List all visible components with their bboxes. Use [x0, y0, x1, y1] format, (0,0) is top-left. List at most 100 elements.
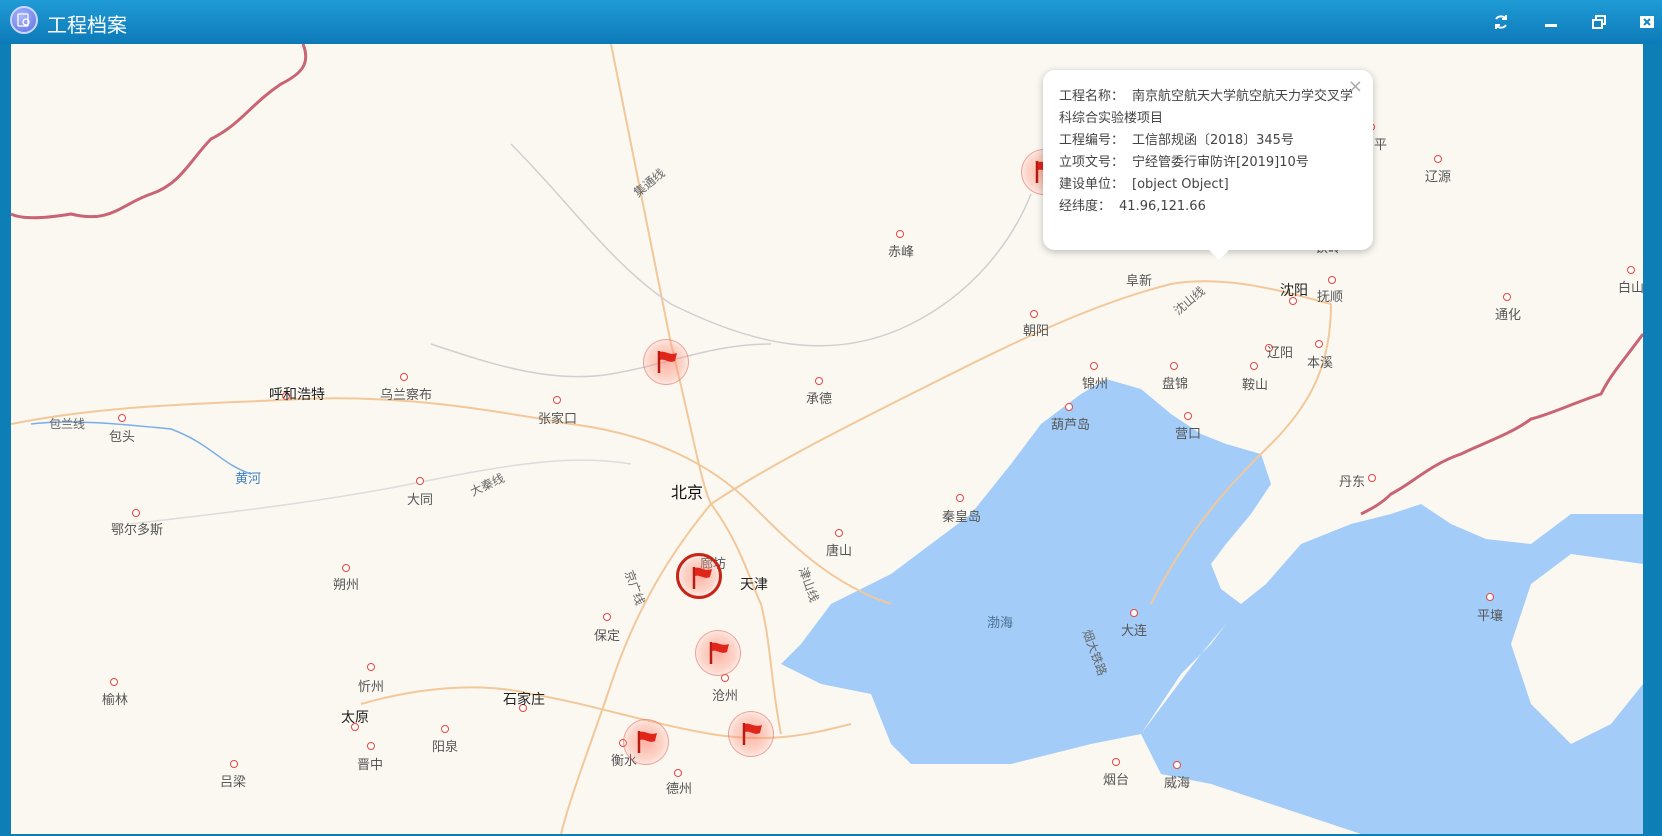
city-dot-eerduosi	[132, 509, 140, 517]
map-base-layer	[11, 44, 1643, 834]
popup-key: 工程编号：	[1059, 133, 1125, 148]
popup-value: 宁经管委行审防许[2019]10号	[1132, 155, 1309, 170]
city-label-dandong: 丹东	[1339, 475, 1366, 490]
city-label-shuozhou: 朔州	[333, 578, 360, 593]
city-dot-fushun	[1328, 276, 1336, 284]
popup-row-name: 工程名称： 南京航空航天大学航空航天力学交叉学科综合实验楼项目	[1059, 86, 1357, 130]
city-dot-pingrang	[1486, 593, 1494, 601]
sea-label-bohai: 渤海	[987, 616, 1014, 631]
city-label-panjin: 盘锦	[1162, 377, 1189, 392]
city-label-wulanchabu: 乌兰察布	[380, 388, 433, 403]
city-label-cangzhou: 沧州	[712, 689, 739, 704]
city-dot-chaoyang	[1030, 310, 1038, 318]
city-dot-panjin	[1170, 362, 1178, 370]
city-label-chengde: 承德	[806, 392, 833, 407]
city-dot-shuozhou	[342, 564, 350, 572]
river-label-huanghe: 黄河	[235, 472, 262, 487]
city-label-fuxin: 阜新	[1126, 274, 1153, 289]
city-label-taiyuan: 太原	[341, 710, 369, 726]
city-label-beijing: 北京	[671, 483, 704, 502]
city-dot-chifeng	[896, 230, 904, 238]
city-dot-yantai	[1112, 758, 1120, 766]
city-label-tangshan: 唐山	[826, 544, 853, 559]
city-dot-baishan	[1627, 266, 1635, 274]
city-dot-xinzhou	[367, 663, 375, 671]
city-label-tianjin: 天津	[740, 577, 768, 593]
minimize-button[interactable]	[1537, 8, 1565, 36]
city-dot-huludao	[1065, 403, 1073, 411]
city-dot-jinzhou	[1090, 362, 1098, 370]
flag-icon	[638, 731, 658, 754]
city-dot-wulanchabu	[400, 373, 408, 381]
city-dot-chengde	[815, 377, 823, 385]
city-dot-jinzhong	[367, 742, 375, 750]
city-label-liaoyuan: 辽源	[1425, 170, 1452, 185]
city-label-xinzhou: 忻州	[358, 680, 385, 695]
title-bar: 工程档案	[0, 0, 1662, 44]
popup-key: 工程名称：	[1059, 89, 1125, 104]
city-label-weihai: 威海	[1164, 776, 1191, 791]
popup-key: 建设单位：	[1059, 177, 1125, 192]
city-label-yulin: 榆林	[102, 693, 129, 708]
city-dot-zhangjiakou	[553, 396, 561, 404]
city-label-benxi: 本溪	[1307, 356, 1334, 371]
city-label-huhehaote: 呼和浩特	[269, 387, 325, 403]
flag-icon	[692, 566, 712, 589]
popup-key: 经纬度：	[1059, 199, 1112, 214]
city-label-lvliang: 吕梁	[220, 775, 247, 790]
city-label-huludao: 葫芦岛	[1051, 418, 1091, 433]
city-dot-yingkou	[1184, 412, 1192, 420]
popup-key: 立项文号：	[1059, 155, 1125, 170]
restore-icon	[1592, 15, 1606, 29]
popup-row-coords: 经纬度： 41.96,121.66	[1059, 196, 1357, 218]
map-canvas[interactable]: 呼和浩特 乌兰察布 包头 鄂尔多斯 张家口 大同 朔州 忻州 榆林 太原 晋中 吕梁 阳泉 石家庄 保定 北京…	[11, 44, 1643, 834]
minimize-icon	[1545, 24, 1557, 27]
city-label-yantai: 烟台	[1103, 773, 1130, 788]
city-dot-dalian	[1130, 609, 1138, 617]
city-label-jinzhou: 锦州	[1082, 377, 1109, 392]
city-dot-tangshan	[835, 529, 843, 537]
popup-close-button[interactable]: ×	[1348, 76, 1363, 97]
popup-row-approval: 立项文号： 宁经管委行审防许[2019]10号	[1059, 152, 1357, 174]
marker-beijing[interactable]	[675, 552, 722, 599]
close-button[interactable]	[1633, 8, 1661, 36]
road-label-baolan: 包兰线	[49, 417, 86, 431]
city-label-zhangjiakou: 张家口	[538, 412, 578, 427]
city-label-shijiazhuang: 石家庄	[503, 692, 545, 708]
flag-icon	[710, 642, 730, 665]
flag-icon	[743, 723, 763, 746]
city-label-tonghua: 通化	[1495, 308, 1522, 323]
city-dot-anshan	[1250, 362, 1258, 370]
close-icon	[1640, 16, 1654, 28]
city-dot-baoding	[603, 613, 611, 621]
city-label-dalian: 大连	[1121, 624, 1148, 639]
city-label-pingrang: 平壤	[1477, 609, 1504, 624]
popup-value: [object Object]	[1132, 177, 1229, 192]
popup-value: 工信部规函〔2018〕345号	[1132, 133, 1294, 148]
city-label-baishan: 白山	[1618, 281, 1643, 296]
city-label-liaoyang: 辽阳	[1267, 346, 1294, 361]
popup-row-builder: 建设单位： [object Object]	[1059, 174, 1357, 196]
city-dot-dandong	[1368, 474, 1376, 482]
popup-value: 41.96,121.66	[1119, 199, 1206, 214]
popup-row-code: 工程编号： 工信部规函〔2018〕345号	[1059, 130, 1357, 152]
city-dot-yangquan	[441, 725, 449, 733]
city-label-baoding: 保定	[594, 629, 621, 644]
city-dot-dezhou	[674, 769, 682, 777]
city-label-datong: 大同	[407, 493, 434, 508]
city-dot-tonghua	[1503, 293, 1511, 301]
city-label-qinhuangdao: 秦皇岛	[942, 510, 982, 525]
city-label-yangquan: 阳泉	[432, 740, 459, 755]
window-title: 工程档案	[47, 13, 127, 37]
city-dot-benxi	[1315, 340, 1323, 348]
city-label-shenyang: 沈阳	[1280, 283, 1308, 299]
refresh-button[interactable]	[1487, 8, 1515, 36]
marker-zhangjiakou-area[interactable]	[643, 339, 689, 385]
info-popup: × 工程名称： 南京航空航天大学航空航天力学交叉学科综合实验楼项目 工程编号： 工信…	[1043, 70, 1373, 260]
restore-button[interactable]	[1585, 8, 1613, 36]
refresh-icon	[1495, 15, 1507, 29]
city-label-yingkou: 营口	[1175, 427, 1202, 442]
city-dot-yulin	[110, 678, 118, 686]
city-label-chaoyang: 朝阳	[1023, 324, 1050, 339]
city-label-fushun: 抚顺	[1317, 290, 1344, 305]
